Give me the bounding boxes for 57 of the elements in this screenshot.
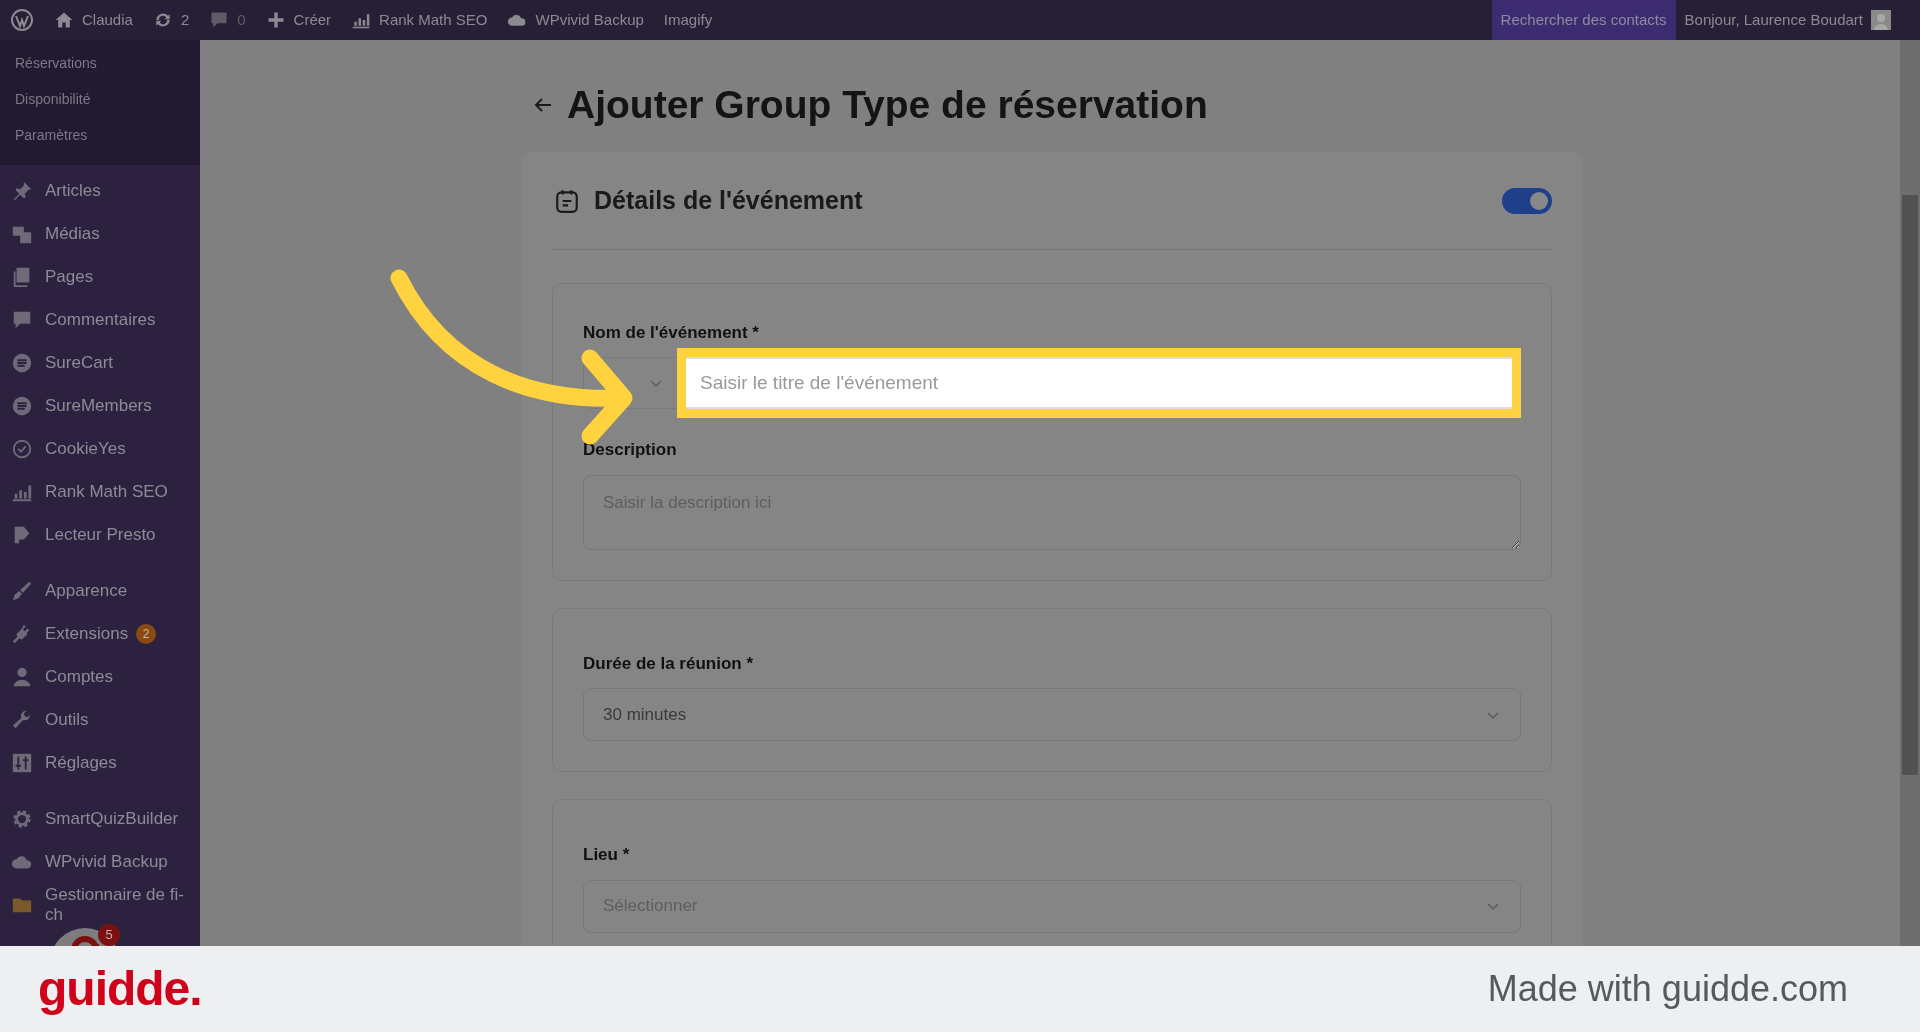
submenu-item[interactable]: Disponibilité [0,81,200,117]
sidebar-item[interactable]: Articles [0,169,200,212]
scrollbar-thumb[interactable] [1902,195,1918,775]
sidebar-item[interactable]: Médias [0,212,200,255]
sidebar-item[interactable]: CookieYes [0,427,200,470]
sidebar-item[interactable]: SureMembers [0,384,200,427]
field-label: Description [583,439,678,461]
toggle-switch[interactable] [1502,188,1552,214]
admin-bar-item[interactable]: WPvivid Backup [497,0,654,40]
field-label: Nom de l'événement * [583,321,760,344]
sidebar-item[interactable]: SmartQuizBuilder [0,797,200,840]
select-field[interactable]: 30 minutes [583,688,1521,741]
sidebar-item[interactable]: Lecteur Presto [0,513,200,556]
user-icon [11,665,33,688]
gear-icon [11,807,33,830]
speech-bubble-icon [209,10,230,30]
sidebar-item[interactable]: Apparence [0,569,200,612]
sidebar-item[interactable]: Outils [0,698,200,741]
page-title: Ajouter Group Type de réservation [567,82,1208,128]
sidebar-item[interactable]: Extensions 2 [0,612,200,655]
paintbrush-icon [11,579,33,602]
striped-circle-icon [11,351,33,374]
credit-text: Made with guidde.com [1487,967,1848,1011]
sidebar-item[interactable]: Pages [0,255,200,298]
sidebar-item[interactable]: SureCart [0,341,200,384]
striped-circle-icon [11,394,33,417]
wrench-icon [11,708,33,731]
submenu-item[interactable]: Réservations [0,45,200,81]
sidebar-item[interactable]: Comptes [0,655,200,698]
field-label: Durée de la réunion * [583,652,755,675]
sidebar-item[interactable]: Rank Math SEO [0,470,200,513]
field-label: Lieu * [583,844,631,866]
wordpress-logo-icon[interactable] [10,8,34,32]
cookie-check-icon [11,437,33,460]
guidde-logo: guidde. [38,961,202,1017]
search-contacts-link[interactable]: Rechercher des contacts [1491,0,1676,40]
admin-bar-item[interactable]: 0 [199,0,256,40]
section-title: Détails de l'événement [594,185,864,217]
home-icon [54,10,74,30]
sidebar-item[interactable]: Gestionnaire de fi-ch [0,883,200,926]
account-menu[interactable]: Bonjour, Laurence Boudart [1675,0,1900,40]
avatar-icon [1871,10,1891,30]
submenu-item[interactable]: Paramètres [0,117,200,153]
sliders-icon [11,751,33,774]
count-badge: 2 [136,623,157,644]
admin-bar-item[interactable]: Créer [255,0,342,40]
sidebar-item[interactable]: Réglages [0,741,200,784]
admin-bar-item[interactable]: Claudia [44,0,143,40]
event-name-field[interactable]: Saisir le titre de l'événement [677,348,1521,418]
pushpin-icon [11,179,33,202]
admin-bar-item[interactable]: Rank Math SEO [341,0,498,40]
sidebar-item[interactable]: WPvivid Backup [0,840,200,883]
sidebar-item[interactable]: Commentaires [0,298,200,341]
admin-bar-item[interactable]: 2 [142,0,200,40]
calendar-icon [554,188,580,214]
admin-bar-item[interactable]: Imagify [653,0,723,40]
scrollbar[interactable] [1900,40,1920,946]
